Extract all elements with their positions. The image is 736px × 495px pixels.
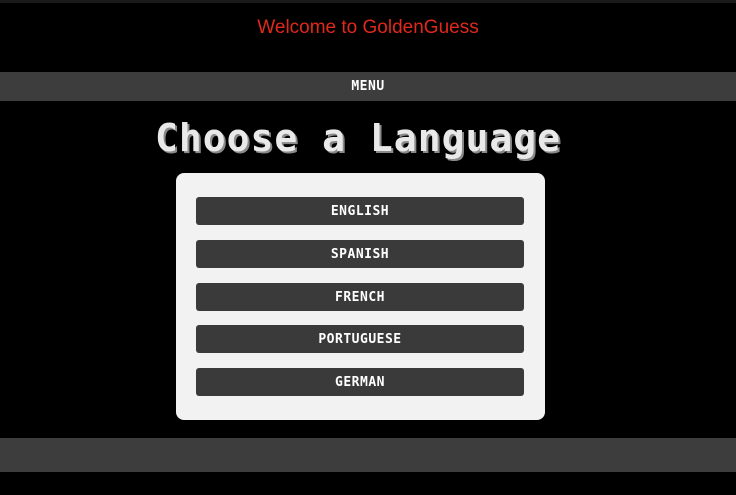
page: Welcome to GoldenGuess MENU Choose a Lan… <box>0 0 736 495</box>
footer-bar <box>0 438 736 472</box>
top-frame <box>0 0 736 3</box>
language-button-spanish[interactable]: SPANISH <box>196 240 524 268</box>
language-panel: ENGLISH SPANISH FRENCH PORTUGUESE GERMAN <box>176 173 545 420</box>
language-button-english[interactable]: ENGLISH <box>196 197 524 225</box>
page-heading: Choose a Language <box>155 116 561 160</box>
site-title: Welcome to GoldenGuess <box>257 17 479 38</box>
menu-bar: MENU <box>0 72 736 101</box>
language-button-portuguese[interactable]: PORTUGUESE <box>196 325 524 353</box>
language-button-french[interactable]: FRENCH <box>196 283 524 311</box>
menu-button[interactable]: MENU <box>351 79 384 94</box>
language-button-german[interactable]: GERMAN <box>196 368 524 396</box>
